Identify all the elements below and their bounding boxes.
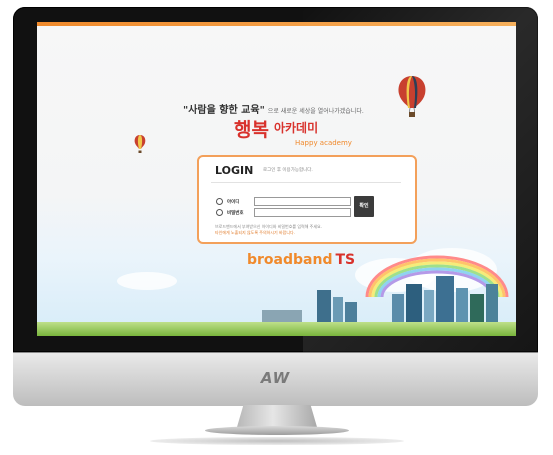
monitor-shadow: [150, 437, 404, 445]
logo-main: 행복: [234, 119, 269, 141]
login-divider: [211, 182, 401, 183]
slogan-subtext: 으로 새로운 세상을 열어나가겠습니다.: [267, 108, 364, 115]
monitor: "사람을 향한 교육" 으로 새로운 세상을 열어나가겠습니다. 행복 아카데미 H…: [13, 7, 538, 406]
login-subtitle: 로그인 후 이용가능합니다.: [263, 168, 313, 173]
login-warning: 타인에게 노출되지 않도록 주의하시기 바랍니다.: [215, 230, 295, 235]
footer-brand-accent: TS: [335, 252, 356, 268]
password-input[interactable]: [254, 208, 351, 217]
monitor-brand-label: AW: [260, 369, 291, 387]
id-label: 아이디: [227, 200, 240, 205]
balloon-large-icon: [398, 76, 426, 117]
login-title: LOGIN: [215, 164, 254, 177]
logo-subtitle: Happy academy: [295, 139, 352, 147]
pw-radio-icon[interactable]: [216, 209, 223, 216]
slogan: "사람을 향한 교육" 으로 새로운 세상을 열어나가겠습니다.: [183, 101, 364, 116]
id-input[interactable]: [254, 197, 351, 206]
screen: "사람을 향한 교육" 으로 새로운 세상을 열어나가겠습니다. 행복 아카데미 H…: [37, 22, 516, 336]
footer-brand-main: broadband: [247, 252, 333, 268]
monitor-stand-base: [205, 426, 349, 435]
login-box: LOGIN 로그인 후 이용가능합니다. 아이디 비밀번호 확인 브로드밴드에서…: [197, 155, 417, 244]
logo-accent: 아카데미: [273, 121, 319, 135]
pw-label: 비밀번호: [227, 211, 244, 216]
site-logo[interactable]: 행복 아카데미: [234, 115, 318, 142]
footer-brand: broadband TS: [247, 252, 355, 268]
login-submit-button[interactable]: 확인: [354, 196, 374, 217]
id-radio-icon[interactable]: [216, 198, 223, 205]
balloon-small-icon: [134, 135, 146, 153]
monitor-stand-neck: [237, 405, 317, 427]
grass: [37, 322, 516, 336]
